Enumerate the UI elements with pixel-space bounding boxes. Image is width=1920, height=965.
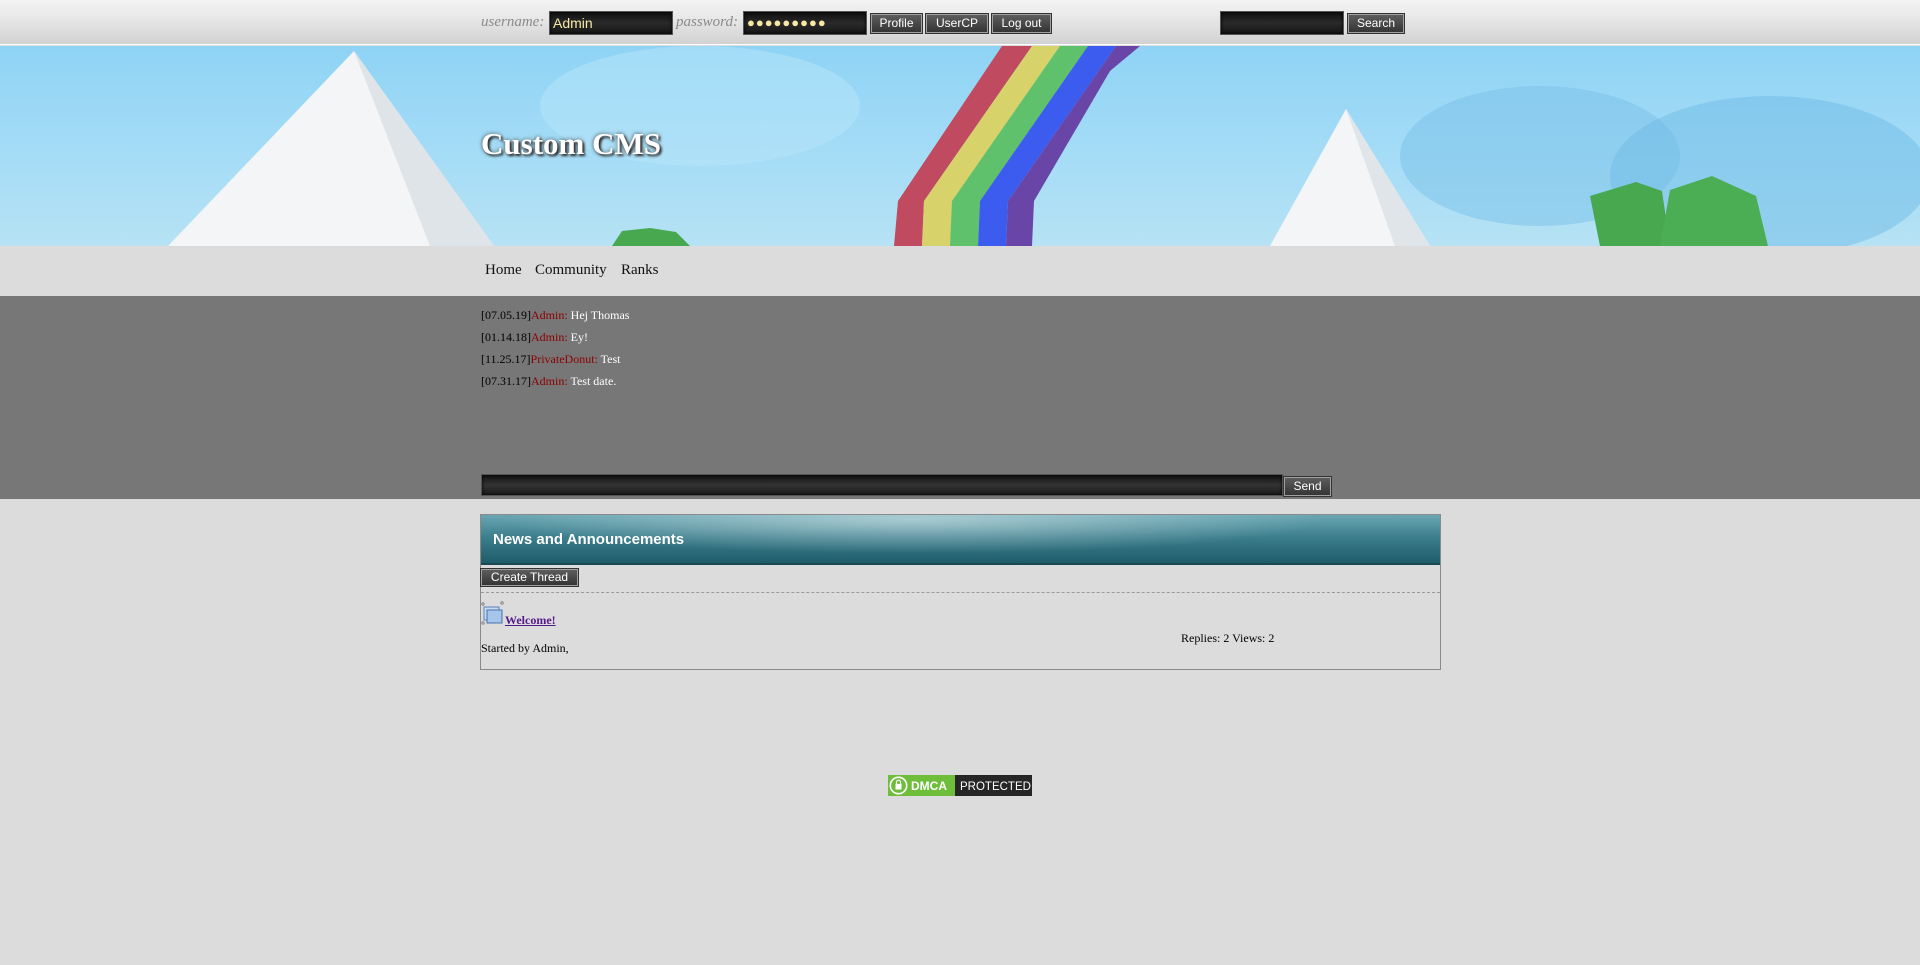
thread-started-by: Started by Admin, bbox=[481, 641, 569, 655]
profile-button[interactable]: Profile bbox=[870, 13, 923, 34]
dmca-badge-right-text: PROTECTED bbox=[960, 781, 1031, 793]
forum-header: News and Announcements bbox=[481, 515, 1440, 565]
usercp-button[interactable]: UserCP bbox=[925, 13, 989, 34]
main-nav: Home Community Ranks bbox=[0, 246, 1920, 296]
thread-title-link[interactable]: Welcome! bbox=[505, 613, 556, 628]
shout-user[interactable]: Admin: bbox=[531, 308, 568, 322]
header-banner: Custom CMS bbox=[0, 46, 1920, 246]
shout-date: [01.14.18] bbox=[481, 330, 531, 344]
shout-date: [07.31.17] bbox=[481, 374, 531, 388]
send-button[interactable]: Send bbox=[1283, 476, 1332, 497]
forum-section: News and Announcements Create Thread Wel… bbox=[480, 514, 1441, 670]
shout-user[interactable]: PrivateDonut: bbox=[531, 352, 598, 366]
forum-title: News and Announcements bbox=[493, 531, 685, 548]
dmca-badge-left-text: DMCA bbox=[911, 779, 947, 793]
shout-user[interactable]: Admin: bbox=[531, 330, 568, 344]
site-title[interactable]: Custom CMS bbox=[481, 126, 661, 162]
shout-user[interactable]: Admin: bbox=[531, 374, 568, 388]
shout-text: Test date. bbox=[570, 374, 617, 388]
shout-message: [01.14.18]Admin: Ey! bbox=[481, 330, 588, 345]
nav-item-community[interactable]: Community bbox=[535, 262, 607, 279]
search-input[interactable] bbox=[1220, 11, 1344, 35]
nav-item-home[interactable]: Home bbox=[485, 262, 522, 279]
shout-input[interactable] bbox=[481, 474, 1283, 496]
username-field[interactable]: Admin bbox=[549, 11, 673, 35]
banner-landscape-illustration bbox=[168, 46, 1920, 246]
shout-message: [11.25.17]PrivateDonut: Test bbox=[481, 352, 621, 367]
nav-item-ranks[interactable]: Ranks bbox=[621, 262, 659, 279]
logout-button[interactable]: Log out bbox=[991, 13, 1052, 34]
shout-date: [07.05.19] bbox=[481, 308, 531, 322]
search-button[interactable]: Search bbox=[1347, 13, 1405, 34]
password-label: password: bbox=[676, 14, 738, 30]
shoutbox: [07.05.19]Admin: Hej Thomas [01.14.18]Ad… bbox=[0, 296, 1920, 499]
shout-message: [07.31.17]Admin: Test date. bbox=[481, 374, 616, 389]
divider bbox=[481, 592, 1440, 593]
shout-date: [11.25.17] bbox=[481, 352, 531, 366]
shout-message: [07.05.19]Admin: Hej Thomas bbox=[481, 308, 629, 323]
thread-stats: Replies: 2 Views: 2 bbox=[1181, 631, 1275, 645]
password-field[interactable]: ●●●●●●●●● bbox=[743, 11, 867, 35]
shout-text: Ey! bbox=[570, 330, 588, 344]
shout-text: Hej Thomas bbox=[570, 308, 630, 322]
dmca-badge[interactable]: DMCA PROTECTED bbox=[888, 775, 1032, 796]
username-label: username: bbox=[481, 14, 545, 30]
shout-text: Test bbox=[600, 352, 621, 366]
create-thread-button[interactable]: Create Thread bbox=[480, 568, 579, 587]
top-login-bar: username: Admin password: ●●●●●●●●● Prof… bbox=[0, 0, 1920, 45]
thread-icon bbox=[481, 601, 505, 630]
